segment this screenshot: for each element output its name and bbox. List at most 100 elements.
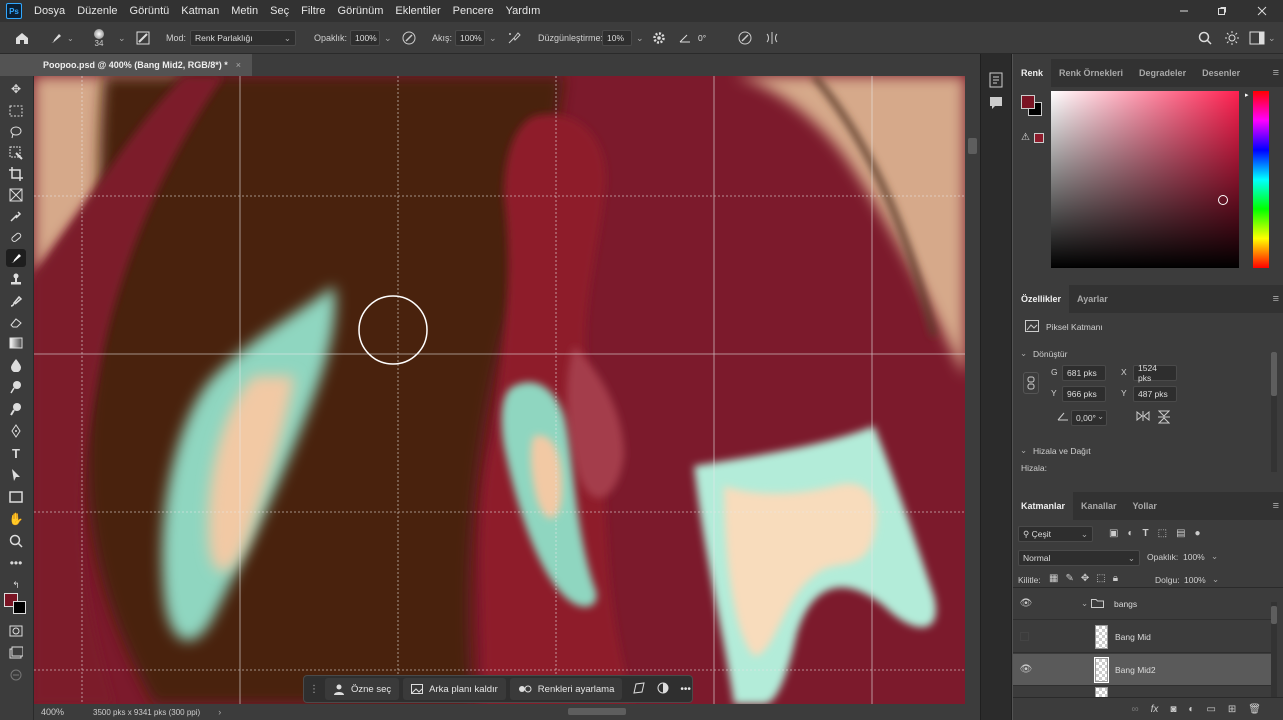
more-tools-icon[interactable]: •••: [6, 554, 26, 572]
menu-metin[interactable]: Metin: [225, 0, 264, 22]
pen-tool-icon[interactable]: [6, 422, 26, 440]
blend-mode-select[interactable]: Normal ⌄: [1018, 550, 1140, 566]
sponge-icon[interactable]: [6, 400, 26, 418]
menu-yardim[interactable]: Yardım: [500, 0, 547, 22]
eyedropper-icon[interactable]: [6, 207, 26, 225]
layer-row[interactable]: Bang Mid: [1013, 621, 1271, 653]
chevron-down-icon[interactable]: ⌄: [384, 33, 392, 44]
document-canvas[interactable]: [34, 76, 965, 704]
screen-mode-icon[interactable]: [6, 644, 26, 662]
tab-kanallar[interactable]: Kanallar: [1073, 492, 1125, 520]
mask-icon[interactable]: [656, 681, 670, 698]
lock-artboard-icon[interactable]: ⬚: [1096, 573, 1105, 584]
select-subject-button[interactable]: Özne seç: [325, 678, 400, 700]
height-input[interactable]: 966 pks: [1062, 386, 1106, 402]
swap-colors-icon[interactable]: ↰: [6, 576, 26, 594]
transform-icon[interactable]: [632, 681, 646, 698]
zoom-level[interactable]: 400%: [41, 707, 91, 717]
document-tab[interactable]: Poopoo.psd @ 400% (Bang Mid2, RGB/8*) * …: [34, 54, 252, 76]
horizontal-scroll-thumb[interactable]: [568, 708, 626, 715]
color-field[interactable]: [1051, 91, 1239, 268]
type-tool-icon[interactable]: T: [6, 444, 26, 462]
new-adjustment-icon[interactable]: ◐: [1188, 704, 1194, 715]
history-panel-icon[interactable]: [989, 72, 1003, 91]
panel-menu-icon[interactable]: ≡: [1273, 67, 1279, 79]
restore-icon[interactable]: [1204, 0, 1240, 22]
chevron-down-icon[interactable]: ⌄: [118, 22, 126, 54]
quick-mask-icon[interactable]: [6, 622, 26, 640]
link-layers-icon[interactable]: ∞: [1131, 704, 1138, 715]
chevron-down-icon[interactable]: ⌄: [1020, 348, 1027, 359]
menu-gorunum[interactable]: Görünüm: [332, 0, 390, 22]
flip-vertical-icon[interactable]: [1157, 410, 1171, 427]
color-picker-ring[interactable]: [1218, 195, 1228, 205]
menu-filtre[interactable]: Filtre: [295, 0, 331, 22]
airbrush-icon[interactable]: [506, 22, 522, 54]
layer-row[interactable]: [1013, 687, 1271, 697]
layer-row-selected[interactable]: 👁︎ Bang Mid2: [1013, 654, 1271, 686]
discover-icon[interactable]: [1224, 22, 1240, 54]
tab-ozellikler[interactable]: Özellikler: [1013, 285, 1070, 313]
filter-adjustment-icon[interactable]: ◐: [1127, 528, 1133, 539]
layers-scroll-thumb[interactable]: [1271, 606, 1277, 624]
mode-select[interactable]: Renk Parlaklığı ⌄: [190, 30, 296, 46]
rectangle-tool-icon[interactable]: [6, 488, 26, 506]
marquee-tool-icon[interactable]: [6, 102, 26, 120]
menu-goruntu[interactable]: Görüntü: [124, 0, 176, 22]
add-mask-icon[interactable]: ◙: [1170, 704, 1176, 715]
filter-pixel-icon[interactable]: ▣: [1109, 528, 1118, 539]
menu-sec[interactable]: Seç: [264, 0, 295, 22]
chevron-down-icon[interactable]: ⌄: [489, 33, 497, 44]
chevron-down-icon[interactable]: ⌄: [1211, 551, 1218, 562]
color-panel-foreground[interactable]: [1021, 95, 1035, 109]
tab-renk-ornekleri[interactable]: Renk Örnekleri: [1051, 59, 1131, 87]
frame-tool-icon[interactable]: [6, 186, 26, 204]
menu-eklentiler[interactable]: Eklentiler: [389, 0, 446, 22]
tab-katmanlar[interactable]: Katmanlar: [1013, 492, 1074, 520]
search-icon[interactable]: [1198, 22, 1212, 54]
fill-value[interactable]: 100%: [1184, 575, 1206, 585]
tab-ayarlar[interactable]: Ayarlar: [1069, 285, 1116, 313]
workspace-icon[interactable]: ⌄: [1249, 22, 1276, 54]
brush-angle-input[interactable]: 0°: [694, 30, 724, 46]
zoom-tool-icon[interactable]: [6, 532, 26, 550]
filter-shape-icon[interactable]: ⬚: [1158, 528, 1167, 539]
close-icon[interactable]: [1244, 0, 1280, 22]
chevron-down-icon[interactable]: ⌄: [636, 33, 644, 44]
eraser-icon[interactable]: [6, 313, 26, 331]
filter-toggle-icon[interactable]: ●: [1195, 528, 1201, 539]
adjust-colors-button[interactable]: Renkleri ayarlama: [509, 678, 623, 700]
gamut-warning-swatch[interactable]: [1034, 133, 1044, 143]
y-input[interactable]: 487 pks: [1133, 386, 1177, 402]
properties-scroll-thumb[interactable]: [1271, 352, 1277, 396]
layer-filter-select[interactable]: ⚲ Çeşit ⌄: [1018, 526, 1093, 542]
brush-tool-icon[interactable]: [6, 249, 26, 267]
fx-icon[interactable]: fx: [1151, 704, 1159, 715]
symmetry-icon[interactable]: [764, 22, 780, 54]
clone-stamp-icon[interactable]: [6, 270, 26, 288]
chevron-down-icon[interactable]: ⌄: [1212, 574, 1219, 585]
visibility-eye-icon[interactable]: 👁︎: [1020, 598, 1033, 609]
tab-degradeler[interactable]: Degradeler: [1131, 59, 1194, 87]
layer-name[interactable]: bangs: [1114, 599, 1137, 609]
vertical-scrollbar[interactable]: [965, 76, 980, 704]
more-options-button[interactable]: •••: [680, 684, 691, 695]
chevron-down-icon[interactable]: ⌄: [1097, 411, 1104, 422]
lock-image-icon[interactable]: ✎: [1065, 573, 1073, 584]
menu-dosya[interactable]: Dosya: [28, 0, 71, 22]
blur-icon[interactable]: [6, 356, 26, 374]
remove-background-button[interactable]: Arka planı kaldır: [403, 678, 506, 700]
menu-pencere[interactable]: Pencere: [447, 0, 500, 22]
healing-brush-icon[interactable]: [6, 228, 26, 246]
hue-slider-handle[interactable]: ▸: [1245, 91, 1249, 99]
new-layer-icon[interactable]: ⊞: [1228, 704, 1236, 715]
filter-type-icon[interactable]: T: [1143, 528, 1149, 539]
layers-scrollbar[interactable]: [1271, 602, 1277, 702]
tab-renk[interactable]: Renk: [1013, 59, 1052, 87]
visibility-eye-icon[interactable]: 👁︎: [1020, 664, 1033, 675]
panel-menu-icon[interactable]: ≡: [1273, 500, 1279, 512]
scroll-thumb[interactable]: [968, 138, 977, 154]
dodge-icon[interactable]: [6, 378, 26, 396]
layer-row[interactable]: 👁︎ ⌄ bangs: [1013, 588, 1271, 620]
history-brush-icon[interactable]: [6, 292, 26, 310]
